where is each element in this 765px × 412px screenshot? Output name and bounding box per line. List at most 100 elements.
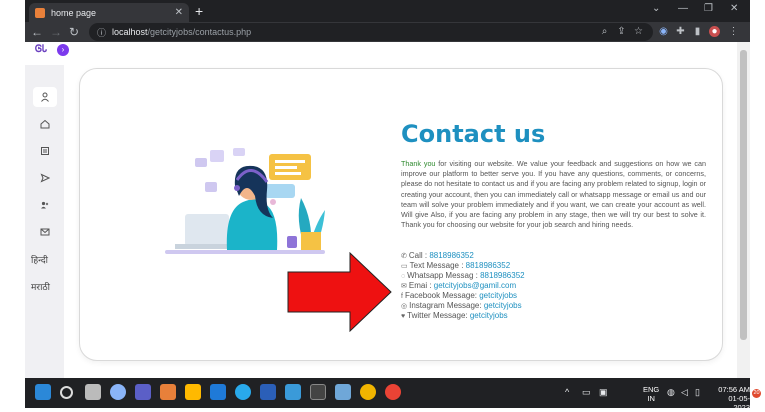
scrollbar[interactable] [737, 42, 750, 378]
sidebar-item-home[interactable] [33, 114, 57, 134]
forward-button[interactable]: → [50, 25, 62, 39]
home-icon [40, 119, 50, 129]
word-icon[interactable] [260, 384, 276, 400]
clock-date: 01-05-2023 [728, 394, 750, 412]
notification-badge[interactable]: 20 [752, 389, 761, 398]
contact-twitter: ♥ Twitter Message: getcityjobs [401, 311, 508, 320]
store-icon[interactable] [285, 384, 301, 400]
clock-time: 07:56 AM [718, 385, 750, 394]
url-host: localhost [112, 27, 148, 37]
scrollbar-thumb[interactable] [740, 50, 747, 340]
contact-link[interactable]: 8818986352 [466, 261, 511, 270]
side-panel-icon[interactable]: ▮ [692, 26, 703, 37]
sidebar-item-documents[interactable] [33, 141, 57, 161]
bookmark-star-icon[interactable]: ☆ [633, 26, 644, 37]
tray-app-icon[interactable]: ▣ [599, 387, 608, 398]
search-icon[interactable] [60, 386, 73, 399]
red-arrow-annotation [287, 252, 392, 332]
extensions-puzzle-icon[interactable]: ✚ [675, 26, 686, 37]
menu-icon[interactable]: ⋮ [728, 26, 739, 37]
chrome-icon[interactable] [360, 384, 376, 400]
tab-close-button[interactable]: ✕ [175, 7, 183, 18]
contact-link[interactable]: getcityjobs [470, 311, 508, 320]
minimize-button[interactable]: — [678, 3, 688, 14]
keyboard-icon[interactable]: ▭ [582, 387, 591, 398]
contact-call: ✆ Call : 8818986352 [401, 251, 474, 260]
lang-top: ENG [643, 385, 660, 394]
browser-toolbar: ← → ↻ ⓘ localhost /getcityjobs/contactus… [25, 22, 750, 42]
page-title: Contact us [401, 120, 546, 148]
battery-icon[interactable]: ▯ [695, 387, 700, 398]
contact-label: Facebook Message: [404, 291, 480, 300]
sidebar-item-users[interactable] [33, 195, 57, 215]
customer-support-illustration [165, 148, 325, 254]
contact-label: Instagram Message: [409, 301, 484, 310]
contact-text-message: ▭ Text Message : 8818986352 [401, 261, 510, 270]
contact-link[interactable]: getcityjobs [484, 301, 522, 310]
file-explorer-icon[interactable] [185, 384, 201, 400]
intro-text: for visiting our website. We value your … [401, 159, 706, 230]
browser-tab[interactable]: home page ✕ [29, 3, 189, 22]
contact-link[interactable]: getcityjobs [479, 291, 517, 300]
contact-label: Whatsapp Messag : [407, 271, 481, 280]
contact-email: ✉ Emai : getcityjobs@gamil.com [401, 281, 516, 290]
chrome-active-icon[interactable] [385, 384, 401, 400]
terminal-icon[interactable] [310, 384, 326, 400]
mail-icon: ✉ [401, 283, 407, 290]
start-button[interactable] [35, 384, 51, 400]
share-icon[interactable]: ⇪ [616, 26, 627, 37]
contact-label: Twitter Message: [407, 311, 470, 320]
close-window-button[interactable]: ✕ [730, 3, 738, 14]
profile-avatar[interactable]: ● [709, 26, 720, 37]
twitter-icon: ♥ [401, 313, 406, 320]
windows-taskbar: ^ ▭ ▣ ENG IN ◍ ◁ ▯ 07:56 AM 01-05-2023 20 [25, 378, 761, 412]
sidebar-lang-hindi[interactable]: हिन्दी [31, 253, 48, 266]
contact-label: Text Message : [409, 261, 466, 270]
facebook-icon: f [401, 293, 403, 300]
user-icon [41, 92, 49, 102]
intro-paragraph: Thank you for visiting our website. We v… [401, 159, 706, 230]
sidebar-item-mail[interactable] [33, 222, 57, 242]
task-view-icon[interactable] [85, 384, 101, 400]
url-path: /getcityjobs/contactus.php [147, 27, 252, 37]
contact-link[interactable]: 8818986352 [480, 271, 525, 280]
reload-button[interactable]: ↻ [69, 25, 79, 39]
teams-chat-icon[interactable] [135, 384, 151, 400]
phone-icon: ✆ [401, 253, 407, 260]
volume-icon[interactable]: ◁ [681, 387, 688, 398]
contact-whatsapp: ◌ Whatsapp Messag : 8818986352 [401, 271, 525, 280]
sidebar-lang-marathi[interactable]: मराठी [31, 280, 50, 293]
zoom-icon[interactable]: ⌕ [599, 26, 610, 37]
instagram-icon: ◎ [401, 303, 408, 310]
contact-label: Emai : [408, 281, 434, 290]
maximize-button[interactable]: ❐ [704, 3, 713, 14]
contact-label: Call : [408, 251, 430, 260]
users-icon [41, 201, 49, 209]
site-info-icon[interactable]: ⓘ [97, 26, 106, 39]
xampp-icon[interactable] [160, 384, 176, 400]
contact-link[interactable]: 8818986352 [429, 251, 474, 260]
site-logo[interactable]: ᎶᏓ [35, 44, 53, 60]
sidebar: हिन्दी मराठी [25, 65, 64, 378]
tab-title: home page [51, 7, 97, 18]
favicon-icon [35, 7, 45, 18]
widgets-icon[interactable] [110, 384, 126, 400]
sidebar-item-profile[interactable] [33, 87, 57, 107]
tab-search-icon[interactable]: ⌄ [652, 3, 660, 14]
new-tab-button[interactable]: + [195, 3, 203, 19]
back-button[interactable]: ← [31, 25, 43, 39]
language-indicator[interactable]: ENG IN [643, 385, 659, 403]
message-icon: ▭ [401, 263, 408, 270]
photos-icon[interactable] [335, 384, 351, 400]
sidebar-item-send[interactable] [33, 168, 57, 188]
sidebar-toggle-button[interactable]: › [57, 44, 69, 56]
contact-link[interactable]: getcityjobs@gamil.com [434, 281, 516, 290]
system-clock[interactable]: 07:56 AM 01-05-2023 [715, 385, 750, 412]
extension-icon[interactable]: ◉ [658, 26, 669, 37]
network-icon[interactable]: ◍ [667, 387, 675, 398]
mail-icon [40, 228, 50, 236]
address-bar[interactable]: ⓘ localhost /getcityjobs/contactus.php [89, 23, 653, 41]
telegram-icon[interactable] [235, 384, 251, 400]
tray-overflow-icon[interactable]: ^ [565, 387, 569, 397]
vscode-icon[interactable] [210, 384, 226, 400]
